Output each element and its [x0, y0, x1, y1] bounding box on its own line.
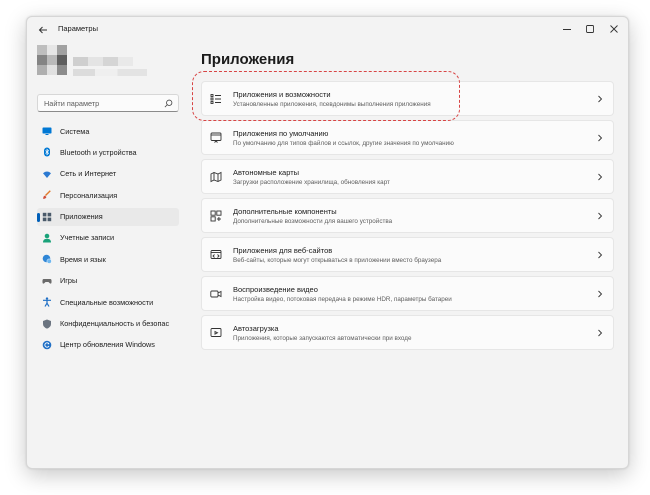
card-apps-features[interactable]: Приложения и возможности Установленные п… — [201, 81, 614, 116]
minimize-button[interactable] — [558, 21, 576, 37]
components-icon — [210, 210, 222, 222]
web-apps-icon — [210, 249, 222, 261]
settings-card-list: Приложения и возможности Установленные п… — [201, 81, 614, 354]
apps-list-icon — [210, 93, 222, 105]
card-description: Настройка видео, потоковая передача в ре… — [233, 296, 452, 303]
sidebar-item-label: Персонализация — [60, 190, 118, 200]
card-description: Приложения, которые запускаются автомати… — [233, 335, 412, 342]
chevron-right-icon — [598, 290, 603, 298]
profile-name-blurred — [73, 57, 133, 66]
search-placeholder: Найти параметр — [44, 99, 100, 108]
sidebar-item-label: Приложения — [60, 212, 103, 222]
card-optional-features[interactable]: Дополнительные компоненты Дополнительные… — [201, 198, 614, 233]
card-video-playback[interactable]: Воспроизведение видео Настройка видео, п… — [201, 276, 614, 311]
card-description: Установленные приложения, псевдонимы вып… — [233, 101, 431, 108]
sidebar-item-gaming[interactable]: Игры — [37, 272, 179, 290]
sidebar-item-label: Специальные возможности — [60, 297, 154, 307]
default-apps-icon — [210, 132, 222, 144]
maximize-button[interactable] — [581, 21, 599, 37]
chevron-right-icon — [598, 329, 603, 337]
search-icon — [164, 99, 173, 108]
card-title: Приложения для веб-сайтов — [233, 246, 333, 255]
chevron-right-icon — [598, 95, 603, 103]
close-icon — [610, 25, 618, 33]
search-input[interactable]: Найти параметр — [37, 94, 179, 112]
bluetooth-icon — [42, 147, 52, 157]
accessibility-icon — [42, 297, 52, 307]
card-title: Приложения по умолчанию — [233, 129, 329, 138]
apps-icon — [42, 212, 52, 222]
card-title: Автономные карты — [233, 168, 300, 177]
sidebar-item-label: Bluetooth и устройства — [60, 147, 137, 157]
sidebar-item-windows-update[interactable]: Центр обновления Windows — [37, 336, 179, 354]
gamepad-icon — [42, 276, 52, 286]
person-icon — [42, 233, 52, 243]
sidebar-item-label: Учетные записи — [60, 233, 115, 243]
chevron-right-icon — [598, 251, 603, 259]
sidebar-item-privacy[interactable]: Конфиденциальность и безопас — [37, 315, 179, 333]
back-button[interactable] — [36, 23, 50, 37]
avatar — [37, 45, 67, 75]
video-icon — [210, 288, 222, 300]
page-title: Приложения — [201, 51, 295, 68]
chevron-right-icon — [598, 212, 603, 220]
update-icon — [42, 340, 52, 350]
chevron-right-icon — [598, 134, 603, 142]
chevron-right-icon — [598, 173, 603, 181]
card-description: Дополнительные возможности для вашего ус… — [233, 218, 393, 225]
maximize-icon — [586, 25, 594, 33]
card-apps-for-websites[interactable]: Приложения для веб-сайтов Веб-сайты, кот… — [201, 237, 614, 272]
map-icon — [210, 171, 222, 183]
sidebar-item-time-language[interactable]: Время и язык — [37, 250, 179, 268]
sidebar-item-label: Время и язык — [60, 254, 106, 264]
profile-email-blurred — [73, 69, 147, 76]
card-default-apps[interactable]: Приложения по умолчанию По умолчанию для… — [201, 120, 614, 155]
card-title: Приложения и возможности — [233, 90, 331, 99]
back-arrow-icon — [38, 26, 47, 34]
close-button[interactable] — [605, 21, 623, 37]
brush-icon — [42, 190, 52, 200]
sidebar-item-label: Центр обновления Windows — [60, 340, 155, 350]
minimize-icon — [563, 29, 571, 30]
card-title: Воспроизведение видео — [233, 285, 318, 294]
sidebar-item-bluetooth[interactable]: Bluetooth и устройства — [37, 143, 179, 161]
card-title: Дополнительные компоненты — [233, 207, 337, 216]
wifi-icon — [42, 169, 52, 179]
card-startup[interactable]: Автозагрузка Приложения, которые запуска… — [201, 315, 614, 350]
sidebar-item-label: Игры — [60, 276, 78, 286]
sidebar-item-accounts[interactable]: Учетные записи — [37, 229, 179, 247]
title-bar: Параметры — [27, 17, 628, 43]
card-offline-maps[interactable]: Автономные карты Загрузки расположение х… — [201, 159, 614, 194]
sidebar-item-system[interactable]: Система — [37, 122, 179, 140]
sidebar-item-apps[interactable]: Приложения — [37, 207, 179, 226]
card-description: По умолчанию для типов файлов и ссылок, … — [233, 140, 454, 147]
settings-window: Параметры Найти параметр Система Bluetoo… — [26, 16, 629, 469]
window-title: Параметры — [58, 24, 98, 33]
sidebar-item-accessibility[interactable]: Специальные возможности — [37, 293, 179, 311]
card-description: Веб-сайты, которые могут открываться в п… — [233, 257, 442, 264]
sidebar-item-network[interactable]: Сеть и Интернет — [37, 165, 179, 183]
card-description: Загрузки расположение хранилища, обновле… — [233, 179, 390, 186]
globe-clock-icon — [42, 254, 52, 265]
sidebar-item-label: Сеть и Интернет — [60, 169, 117, 179]
sidebar-item-label: Конфиденциальность и безопас — [60, 319, 170, 329]
startup-icon — [210, 327, 222, 339]
sidebar-item-label: Система — [60, 126, 90, 136]
sidebar-item-personalization[interactable]: Персонализация — [37, 186, 179, 204]
shield-icon — [42, 319, 52, 329]
sidebar-nav: Система Bluetooth и устройства Сеть и Ин… — [37, 122, 179, 357]
card-title: Автозагрузка — [233, 324, 279, 333]
monitor-icon — [42, 126, 52, 136]
